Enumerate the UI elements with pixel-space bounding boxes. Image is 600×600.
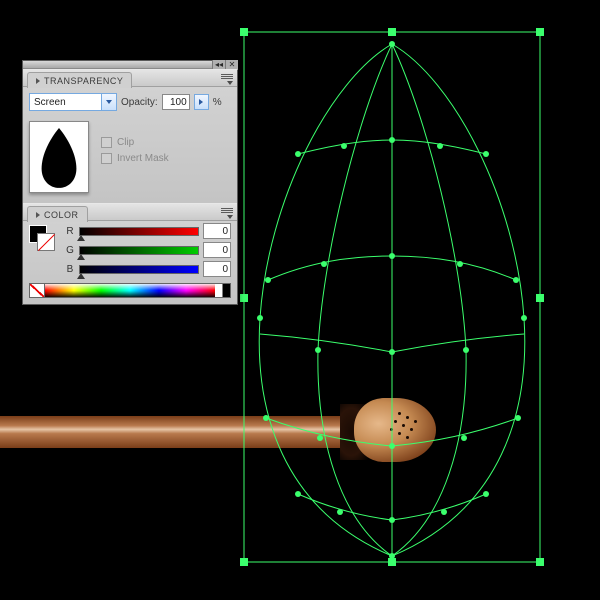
opacity-stepper[interactable] <box>194 94 209 110</box>
panel-stack: ◂◂ ✕ TRANSPARENCY Screen Op <box>22 60 238 305</box>
fill-stroke-swatch[interactable] <box>29 225 59 265</box>
spectrum-picker[interactable] <box>45 284 215 297</box>
thumbnail-shape-icon <box>30 121 88 193</box>
bw-swatch[interactable] <box>215 284 230 297</box>
opacity-unit: % <box>213 97 222 108</box>
tab-color[interactable]: COLOR <box>27 206 88 222</box>
b-slider[interactable] <box>79 265 199 274</box>
clip-label: Clip <box>117 137 134 148</box>
panel-menu-icon[interactable] <box>215 207 233 219</box>
panel-menu-icon[interactable] <box>215 73 233 85</box>
color-spectrum[interactable] <box>29 283 231 298</box>
clip-checkbox[interactable] <box>101 137 112 148</box>
matchstick-head <box>354 398 436 462</box>
b-field[interactable] <box>203 261 231 277</box>
r-slider[interactable] <box>79 227 199 236</box>
slider-thumb-icon <box>77 235 85 241</box>
matchstick-shaft <box>0 416 356 448</box>
blend-mode-dropdown[interactable]: Screen <box>29 93 117 111</box>
channel-r-label: R <box>65 226 75 237</box>
channel-g-label: G <box>65 245 75 256</box>
stroke-swatch[interactable] <box>37 233 55 251</box>
transparency-panel: TRANSPARENCY Screen Opacity: % <box>23 69 237 203</box>
slider-thumb-icon <box>77 273 85 279</box>
opacity-label: Opacity: <box>121 97 158 108</box>
mask-options: Clip Invert Mask <box>101 121 169 164</box>
tab-transparency[interactable]: TRANSPARENCY <box>27 72 132 88</box>
slider-thumb-icon <box>77 254 85 260</box>
color-panel: COLOR R <box>23 203 237 304</box>
r-field[interactable] <box>203 223 231 239</box>
opacity-field[interactable] <box>162 94 190 110</box>
g-slider[interactable] <box>79 246 199 255</box>
invert-mask-checkbox[interactable] <box>101 153 112 164</box>
color-panel-header: COLOR <box>23 203 237 221</box>
none-color-swatch[interactable] <box>30 284 45 297</box>
transparency-tab-label: TRANSPARENCY <box>44 76 123 86</box>
chevron-down-icon <box>101 94 116 110</box>
object-thumbnail[interactable] <box>29 121 89 193</box>
invert-mask-label: Invert Mask <box>117 153 169 164</box>
panel-expand-icon <box>36 78 40 84</box>
panel-stack-titlebar[interactable]: ◂◂ ✕ <box>23 61 237 69</box>
transparency-panel-header: TRANSPARENCY <box>23 69 237 87</box>
g-field[interactable] <box>203 242 231 258</box>
channel-b-label: B <box>65 264 75 275</box>
color-tab-label: COLOR <box>44 210 79 220</box>
panel-expand-icon <box>36 212 40 218</box>
blend-mode-value: Screen <box>30 97 101 108</box>
